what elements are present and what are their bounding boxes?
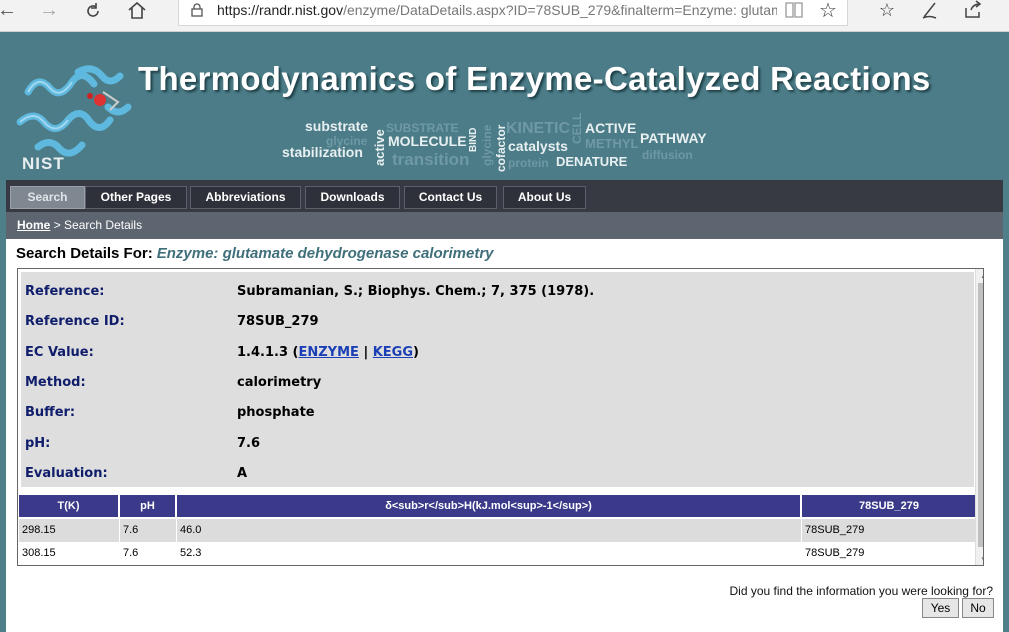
- table-header: 78SUB_279: [859, 500, 919, 512]
- results-panel: Reference: Subramanian, S.; Biophys. Che…: [17, 268, 984, 566]
- menu-abbreviations[interactable]: Abbreviations: [190, 186, 301, 209]
- ec-number: 1.4.1.3: [237, 345, 288, 360]
- detail-label: Evaluation:: [25, 466, 108, 481]
- url-text[interactable]: https://randr.nist.gov/enzyme/DataDetail…: [217, 2, 777, 18]
- feedback-no-button[interactable]: No: [962, 598, 994, 618]
- detail-value: 1.4.1.3 (ENZYME | KEGG): [237, 345, 419, 360]
- scroll-up-icon[interactable]: ▲: [976, 269, 983, 283]
- table-cell: 7.6: [120, 542, 177, 565]
- breadcrumb: Home > Search Details: [6, 212, 1003, 239]
- detail-value: calorimetry: [237, 375, 322, 390]
- detail-value: 78SUB_279: [237, 314, 319, 329]
- table-cell: 298.15: [19, 519, 120, 542]
- page-title: Search Details For: Enzyme: glutamate deh…: [16, 245, 494, 262]
- detail-row-evaluation: Evaluation: A: [21, 458, 974, 488]
- cloud-word: BIND: [468, 127, 479, 152]
- table-header: T(K): [19, 495, 120, 517]
- word-cloud: substrate SUBSTRATE glycine stabilizatio…: [280, 112, 740, 178]
- cloud-word: ACTIVE: [585, 120, 637, 136]
- ec-paren-close: ): [413, 345, 419, 360]
- detail-row-buffer: Buffer: phosphate: [21, 397, 974, 427]
- main-content: Search Details For: Enzyme: glutamate deh…: [6, 239, 1003, 632]
- cloud-word: protein: [508, 156, 549, 170]
- browser-toolbar: ← → https://randr.nist.gov/enzyme/DataDe…: [0, 0, 1009, 32]
- table-header: δ<sub>r</sub>H(kJ.mol<sup>-1</sup>): [177, 495, 802, 517]
- cloud-word: diffusion: [642, 148, 693, 162]
- menu-other-pages[interactable]: Other Pages: [85, 186, 187, 209]
- detail-row-ec-value: EC Value: 1.4.1.3 (ENZYME | KEGG): [21, 337, 974, 367]
- cloud-word: PATHWAY: [640, 130, 707, 146]
- detail-label: Method:: [25, 375, 86, 390]
- table-row: 298.15 7.6 46.0 78SUB_279: [19, 519, 976, 542]
- home-icon[interactable]: [124, 0, 150, 22]
- detail-label: pH:: [25, 436, 51, 451]
- detail-label: Buffer:: [25, 405, 76, 420]
- table-header-row: T(K) pH δ<sub>r</sub>H(kJ.mol<sup>-1</su…: [19, 495, 976, 517]
- address-bar[interactable]: https://randr.nist.gov/enzyme/DataDetail…: [178, 0, 848, 26]
- lock-icon: [191, 3, 203, 17]
- table-cell: 78SUB_279: [805, 547, 865, 559]
- detail-value: Subramanian, S.; Biophys. Chem.; 7, 375 …: [237, 284, 595, 299]
- breadcrumb-separator: >: [53, 218, 61, 232]
- cloud-word: glycine: [480, 124, 494, 166]
- detail-label: EC Value:: [25, 345, 94, 360]
- table-cell: 308.15: [19, 542, 120, 565]
- protein-structure-image: [16, 65, 132, 157]
- site-title: Thermodynamics of Enzyme-Catalyzed React…: [138, 60, 931, 97]
- favorite-star-icon[interactable]: ☆: [819, 0, 837, 23]
- cloud-word: KINETIC: [506, 120, 570, 137]
- favorites-icon[interactable]: ☆: [874, 0, 900, 21]
- refresh-icon[interactable]: [80, 0, 106, 22]
- scroll-down-icon[interactable]: ▼: [976, 553, 983, 565]
- scroll-thumb[interactable]: [978, 283, 983, 547]
- cloud-word: transition: [392, 150, 470, 169]
- menu-downloads[interactable]: Downloads: [305, 186, 400, 209]
- cloud-word: active: [372, 129, 387, 166]
- detail-row-reference-id: Reference ID: 78SUB_279: [21, 306, 974, 336]
- table-row: 308.15 7.6 52.3 78SUB_279: [19, 542, 976, 565]
- menu-about-us[interactable]: About Us: [503, 186, 586, 209]
- vertical-scrollbar[interactable]: ▲ ▼: [975, 269, 983, 565]
- table-cell: 46.0: [177, 519, 802, 542]
- menu-contact-us[interactable]: Contact Us: [404, 186, 497, 209]
- reading-view-icon[interactable]: [784, 1, 804, 19]
- reference-details: Reference: Subramanian, S.; Biophys. Che…: [21, 272, 974, 487]
- detail-row-reference: Reference: Subramanian, S.; Biophys. Che…: [21, 276, 974, 306]
- back-icon[interactable]: ←: [0, 0, 20, 22]
- menu-search[interactable]: Search: [10, 186, 85, 209]
- table-cell: 78SUB_279: [805, 524, 865, 536]
- enzyme-link[interactable]: ENZYME: [298, 345, 358, 360]
- detail-row-method: Method: calorimetry: [21, 367, 974, 397]
- heading-label: Search Details For:: [16, 245, 153, 262]
- table-cell: 7.6: [120, 519, 177, 542]
- detail-row-ph: pH: 7.6: [21, 428, 974, 458]
- detail-label: Reference:: [25, 284, 105, 299]
- detail-value: phosphate: [237, 405, 315, 420]
- breadcrumb-current: Search Details: [64, 218, 143, 232]
- cloud-word: CELL: [570, 112, 584, 144]
- detail-value: 7.6: [237, 436, 261, 451]
- detail-label: Reference ID:: [25, 314, 125, 329]
- detail-value: A: [237, 466, 248, 481]
- cloud-word: substrate: [305, 118, 369, 134]
- table-header: pH: [120, 495, 177, 517]
- feedback-question: Did you find the information you were lo…: [729, 584, 993, 598]
- heading-query: Enzyme: glutamate dehydrogenase calorime…: [156, 245, 494, 262]
- cloud-word: DENATURE: [556, 154, 628, 169]
- pen-icon[interactable]: [917, 0, 943, 25]
- feedback-yes-button[interactable]: Yes: [922, 598, 959, 618]
- main-menu: Search Other Pages Abbreviations Downloa…: [6, 180, 1003, 212]
- ec-separator: |: [363, 345, 369, 360]
- cloud-word: METHYL: [585, 136, 639, 151]
- table-cell: 52.3: [177, 542, 802, 565]
- site-banner: NIST Thermodynamics of Enzyme-Catalyzed …: [0, 32, 1009, 180]
- nist-logo: NIST: [22, 154, 65, 173]
- forward-icon[interactable]: →: [36, 0, 62, 22]
- share-icon[interactable]: [960, 0, 986, 25]
- cloud-word: catalysts: [508, 138, 568, 154]
- kegg-link[interactable]: KEGG: [373, 345, 413, 360]
- cloud-word: stabilization: [282, 144, 363, 160]
- cloud-word: MOLECULE: [388, 133, 467, 149]
- breadcrumb-home-link[interactable]: Home: [17, 218, 50, 232]
